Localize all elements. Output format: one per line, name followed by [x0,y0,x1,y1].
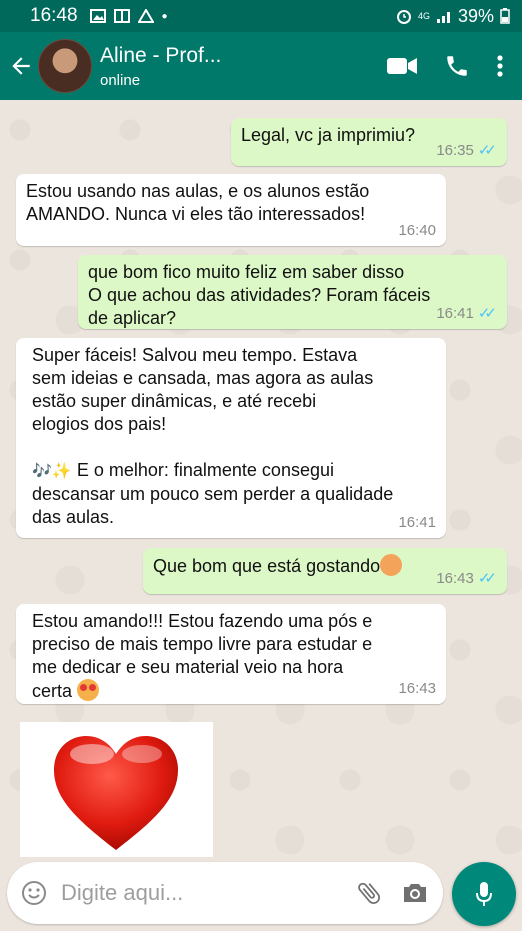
message-line: estão super dinâmicas, e até recebi [32,391,317,411]
message-line: que bom fico muito feliz em saber disso [88,262,405,282]
read-ticks-icon: ✓✓ [477,305,497,322]
music-sparkle-emoji: 🎶✨ [32,463,72,480]
message-outgoing[interactable]: que bom fico muito feliz em saber disso … [78,255,507,329]
message-line: Super fáceis! Salvou meu tempo. Estava [32,345,358,365]
presence-status: online [100,71,141,89]
smiling-face-emoji [380,554,403,576]
paperclip-icon[interactable] [355,879,383,907]
message-line: descansar um pouco sem perder a qualidad… [32,484,394,504]
status-time: 16:48 [30,5,78,26]
message-line: das aulas. [32,507,115,527]
voice-message-button[interactable] [452,862,516,926]
phone-icon[interactable] [444,53,470,79]
message-outgoing[interactable]: Legal, vc ja imprimiu? 16:35 ✓✓ [231,118,507,166]
message-line: me dedicar e seu material veio na hora [32,657,344,677]
message-line: sem ideias e cansada, mas agora as aulas [32,368,374,388]
message-time: 16:41 [436,305,474,322]
chat-header: Aline - Prof... online [0,32,522,100]
message-line: preciso de mais tempo livre para estudar… [32,634,373,654]
battery-percent: 39% [457,5,494,26]
notification-icons: ● [89,9,168,23]
message-input[interactable] [59,879,333,907]
message-line: elogios dos pais! [32,414,167,434]
message-time: 16:43 [398,680,436,697]
message-line: AMANDO. Nunca vi eles tão interessados! [26,204,366,224]
status-bar: 16:48 ● 4G 39% [0,0,522,32]
gallery-icon [89,9,106,23]
message-text: Que bom que está gostando [153,556,381,576]
contact-name: Aline - Prof... [100,43,222,67]
message-time: 16:35 [436,142,474,159]
dot-icon: ● [161,10,168,22]
chat-area[interactable]: Legal, vc ja imprimiu? 16:35 ✓✓ Estou usa… [0,100,522,860]
camera-icon[interactable] [401,881,429,905]
avatar[interactable] [38,39,92,93]
message-incoming[interactable]: Estou usando nas aulas, e os alunos estã… [16,174,446,246]
heart-icon [54,736,178,850]
more-vert-icon[interactable] [496,54,504,78]
signal-icon [436,12,450,23]
video-call-icon[interactable] [386,55,418,77]
message-incoming[interactable]: Super fáceis! Salvou meu tempo. Estava s… [16,338,446,538]
message-time: 16:41 [398,514,436,531]
message-line: certa [32,681,78,701]
message-composer [7,862,443,924]
message-line: Estou usando nas aulas, e os alunos estã… [26,181,370,201]
heart-sticker[interactable] [20,722,213,857]
network-label: 4G [417,11,430,21]
news-icon [113,9,130,23]
heart-eyes-emoji [77,679,100,701]
message-line: Estou amando!!! Estou fazendo uma pós e [32,611,373,631]
alarm-icon [396,10,411,24]
message-line: E o melhor: finalmente consegui [71,460,334,480]
message-incoming[interactable]: Estou amando!!! Estou fazendo uma pós e … [16,604,446,704]
emoji-icon[interactable] [21,880,47,906]
drive-icon [137,9,154,23]
arrow-back-icon[interactable] [8,53,34,79]
message-time: 16:40 [398,222,436,239]
microphone-icon [476,882,492,906]
message-time: 16:43 [436,570,474,587]
read-ticks-icon: ✓✓ [477,570,497,587]
contact-info[interactable]: Aline - Prof... online [100,44,350,89]
battery-icon [500,8,510,24]
read-ticks-icon: ✓✓ [477,142,497,159]
message-outgoing[interactable]: Que bom que está gostando 16:43 ✓✓ [143,548,507,594]
